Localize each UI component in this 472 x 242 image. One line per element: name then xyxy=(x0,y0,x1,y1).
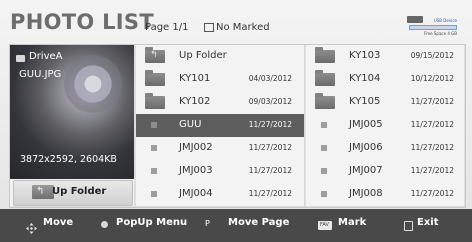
free-space-label: Free Space 4 GB xyxy=(424,31,457,36)
item-name: JMJ003 xyxy=(179,165,213,176)
item-name: JMJ006 xyxy=(349,142,383,153)
item-name: JMJ008 xyxy=(349,188,383,199)
item-name: KY105 xyxy=(349,96,381,107)
item-date: 11/27/2012 xyxy=(410,97,454,106)
drive-label: DriveA xyxy=(29,51,63,62)
popup-menu-hint: PopUp Menu xyxy=(116,217,188,228)
up-folder-button-label: Up Folder xyxy=(52,186,107,197)
storage-bar xyxy=(409,25,457,30)
item-name: KY103 xyxy=(349,50,381,61)
list-item[interactable]: KY105 11/27/2012 xyxy=(306,91,464,115)
list-item[interactable]: JMJ002 11/27/2012 xyxy=(136,137,305,161)
usb-status: USB Device Free Space 4 GB xyxy=(407,14,459,38)
exit-hint: Exit xyxy=(417,217,439,228)
marked-status: No Marked xyxy=(204,22,270,33)
item-date: 09/15/2012 xyxy=(410,51,454,60)
exit-key-icon xyxy=(404,221,413,231)
list-item[interactable]: JMJ003 11/27/2012 xyxy=(136,160,305,184)
photo-file-icon xyxy=(151,191,157,197)
list-item[interactable]: KY102 09/03/2012 xyxy=(136,91,305,115)
item-date: 11/27/2012 xyxy=(410,143,454,152)
photo-file-icon xyxy=(321,122,327,128)
photo-file-icon xyxy=(151,145,157,151)
item-date: 11/27/2012 xyxy=(248,189,292,198)
item-date: 04/03/2012 xyxy=(248,74,292,83)
list-item[interactable]: JMJ007 11/27/2012 xyxy=(306,160,464,184)
up-folder-icon: ↰ xyxy=(32,185,54,199)
item-name: KY102 xyxy=(179,96,211,107)
usb-icon xyxy=(407,16,423,23)
list-item[interactable]: JMJ005 11/27/2012 xyxy=(306,114,464,138)
folder-icon xyxy=(315,47,335,63)
photo-file-icon xyxy=(321,168,327,174)
list-item[interactable]: JMJ006 11/27/2012 xyxy=(306,137,464,161)
list-item[interactable]: JMJ008 11/27/2012 xyxy=(306,183,464,207)
item-name: Up Folder xyxy=(179,50,227,61)
folder-icon xyxy=(145,70,165,86)
item-name: JMJ004 xyxy=(179,188,213,199)
item-name: JMJ002 xyxy=(179,142,213,153)
move-hint: Move xyxy=(43,217,74,228)
folder-icon xyxy=(315,70,335,86)
item-date: 09/03/2012 xyxy=(248,97,292,106)
folder-icon xyxy=(315,93,335,109)
list-item-up-folder[interactable]: ↰ Up Folder xyxy=(136,45,305,69)
item-name: GUU xyxy=(179,119,202,130)
mark-hint: Mark xyxy=(338,217,367,228)
help-bar: Move PopUp Menu P Move Page FAV Mark Exi… xyxy=(0,209,472,242)
marked-status-label: No Marked xyxy=(216,22,270,33)
ok-button-icon xyxy=(101,221,108,228)
page-key-icon: P xyxy=(205,219,210,228)
item-date: 11/27/2012 xyxy=(248,166,292,175)
item-name: JMJ007 xyxy=(349,165,383,176)
item-date: 11/27/2012 xyxy=(410,189,454,198)
item-date: 10/12/2012 xyxy=(410,74,454,83)
page-title: PHOTO LIST xyxy=(10,10,154,34)
item-date: 11/27/2012 xyxy=(248,120,292,129)
list-item[interactable]: KY104 10/12/2012 xyxy=(306,68,464,92)
up-folder-icon: ↰ xyxy=(145,47,165,63)
move-page-hint: Move Page xyxy=(228,217,290,228)
photo-file-icon xyxy=(151,122,157,128)
list-item[interactable]: JMJ004 11/27/2012 xyxy=(136,183,305,207)
directional-pad-icon xyxy=(26,219,37,234)
photo-thumbnail xyxy=(64,55,122,113)
preview-resolution: 3872x2592, 2604KB xyxy=(20,154,117,165)
photo-file-icon xyxy=(321,191,327,197)
item-name: KY101 xyxy=(179,73,211,84)
drive-icon xyxy=(16,55,25,62)
preview-filename: GUU.JPG xyxy=(19,69,62,80)
photo-file-icon xyxy=(321,145,327,151)
file-grid: ↰ Up Folder KY101 04/03/2012 KY102 09/03… xyxy=(136,45,464,207)
up-arrow-icon: ↰ xyxy=(36,186,45,197)
folder-icon xyxy=(145,93,165,109)
item-date: 11/27/2012 xyxy=(410,120,454,129)
checkbox-icon xyxy=(204,23,214,32)
item-date: 11/27/2012 xyxy=(410,166,454,175)
up-folder-button[interactable]: ↰ Up Folder xyxy=(13,180,133,206)
item-name: JMJ005 xyxy=(349,119,383,130)
list-item[interactable]: KY101 04/03/2012 xyxy=(136,68,305,92)
item-date: 11/27/2012 xyxy=(248,143,292,152)
page-indicator: Page 1/1 xyxy=(145,22,189,33)
usb-device-label: USB Device xyxy=(433,18,457,23)
list-item[interactable]: KY103 09/15/2012 xyxy=(306,45,464,69)
photo-file-icon xyxy=(151,168,157,174)
fav-key-icon: FAV xyxy=(318,221,332,230)
list-item-selected[interactable]: GUU 11/27/2012 xyxy=(136,114,305,138)
item-name: KY104 xyxy=(349,73,381,84)
